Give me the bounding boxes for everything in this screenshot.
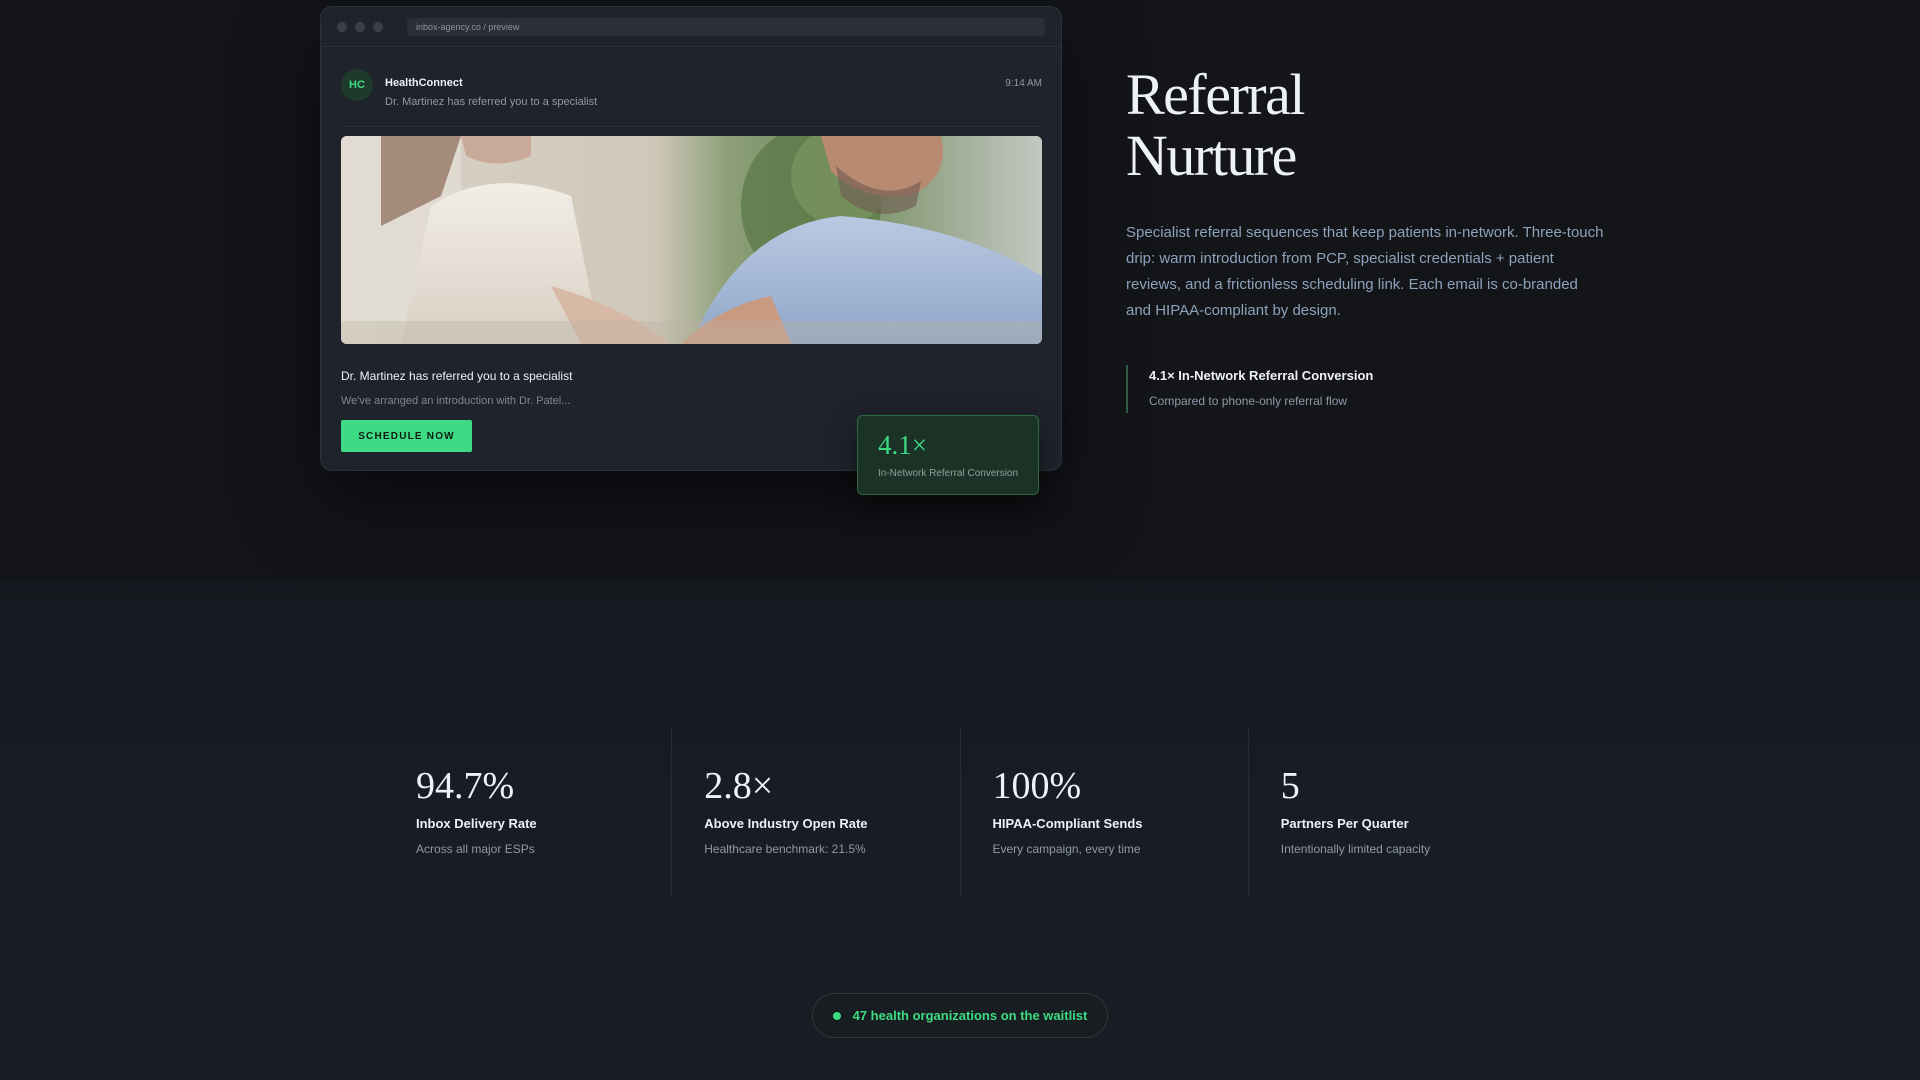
stat-label: Inbox Delivery Rate: [416, 816, 537, 831]
stat-note: Across all major ESPs: [416, 842, 535, 856]
callout-subtitle: Compared to phone-only referral flow: [1149, 394, 1348, 408]
email-body-title: Dr. Martinez has referred you to a speci…: [341, 369, 573, 383]
email-subject: Dr. Martinez has referred you to a speci…: [385, 96, 598, 108]
stat-note: Intentionally limited capacity: [1280, 842, 1431, 856]
window-minimize-dot: [355, 21, 365, 32]
email-hero-image: [341, 136, 1042, 344]
doctor-patient-photo-illustration: [341, 136, 1042, 344]
window-maximize-dot: [373, 21, 383, 32]
floating-stat-card: 4.1× In-Network Referral Conversion: [857, 415, 1039, 495]
stat-label: Partners Per Quarter: [1280, 816, 1409, 831]
stat-partners: 5 Partners Per Quarter Intentionally lim…: [1247, 728, 1536, 898]
stat-open-rate: 2.8× Above Industry Open Rate Healthcare…: [671, 728, 959, 898]
stat-value: 94.7%: [416, 765, 515, 807]
stat-value: 100%: [992, 765, 1082, 807]
address-bar: inbox-agency.co / preview: [407, 17, 1045, 36]
floating-stat-value: 4.1×: [878, 430, 927, 460]
stat-hipaa-sends: 100% HIPAA-Compliant Sends Every campaig…: [959, 728, 1248, 898]
stat-note: Healthcare benchmark: 21.5%: [704, 842, 866, 856]
email-body-preview: We've arranged an introduction with Dr. …: [341, 395, 571, 407]
waitlist-text: 47 health organizations on the waitlist: [852, 1008, 1088, 1023]
stat-label: HIPAA-Compliant Sends: [992, 816, 1143, 831]
headline-line-1: Referral: [1126, 62, 1305, 127]
stat-value: 5: [1280, 765, 1300, 807]
feature-callout: 4.1× In-Network Referral Conversion Comp…: [1126, 365, 1546, 413]
headline-line-2: Nurture: [1126, 123, 1297, 188]
email-header: HC HealthConnect Dr. Martinez has referr…: [341, 67, 1042, 127]
feature-description: Specialist referral sequences that keep …: [1126, 224, 1604, 319]
browser-toolbar: inbox-agency.co / preview: [321, 7, 1061, 47]
stat-label: Above Industry Open Rate: [704, 816, 868, 831]
feature-headline: Referral Nurture: [1126, 64, 1526, 186]
callout-title: 4.1× In-Network Referral Conversion: [1149, 368, 1374, 383]
window-close-dot: [337, 21, 347, 32]
stat-value: 2.8×: [704, 765, 774, 807]
stat-note: Every campaign, every time: [992, 842, 1141, 856]
sender-avatar: HC: [341, 69, 373, 101]
sender-name: HealthConnect: [385, 77, 463, 89]
status-dot-icon: [832, 1011, 841, 1020]
schedule-now-button[interactable]: SCHEDULE NOW: [341, 420, 472, 452]
stat-inbox-delivery: 94.7% Inbox Delivery Rate Across all maj…: [384, 728, 671, 898]
stats-row: 94.7% Inbox Delivery Rate Across all maj…: [384, 728, 1536, 898]
email-timestamp: 9:14 AM: [1005, 78, 1042, 89]
section-fade: [0, 520, 1920, 640]
floating-stat-label: In-Network Referral Conversion: [878, 468, 1019, 479]
waitlist-badge[interactable]: 47 health organizations on the waitlist: [812, 993, 1108, 1038]
email-preview-window: inbox-agency.co / preview HC HealthConne…: [320, 6, 1062, 495]
